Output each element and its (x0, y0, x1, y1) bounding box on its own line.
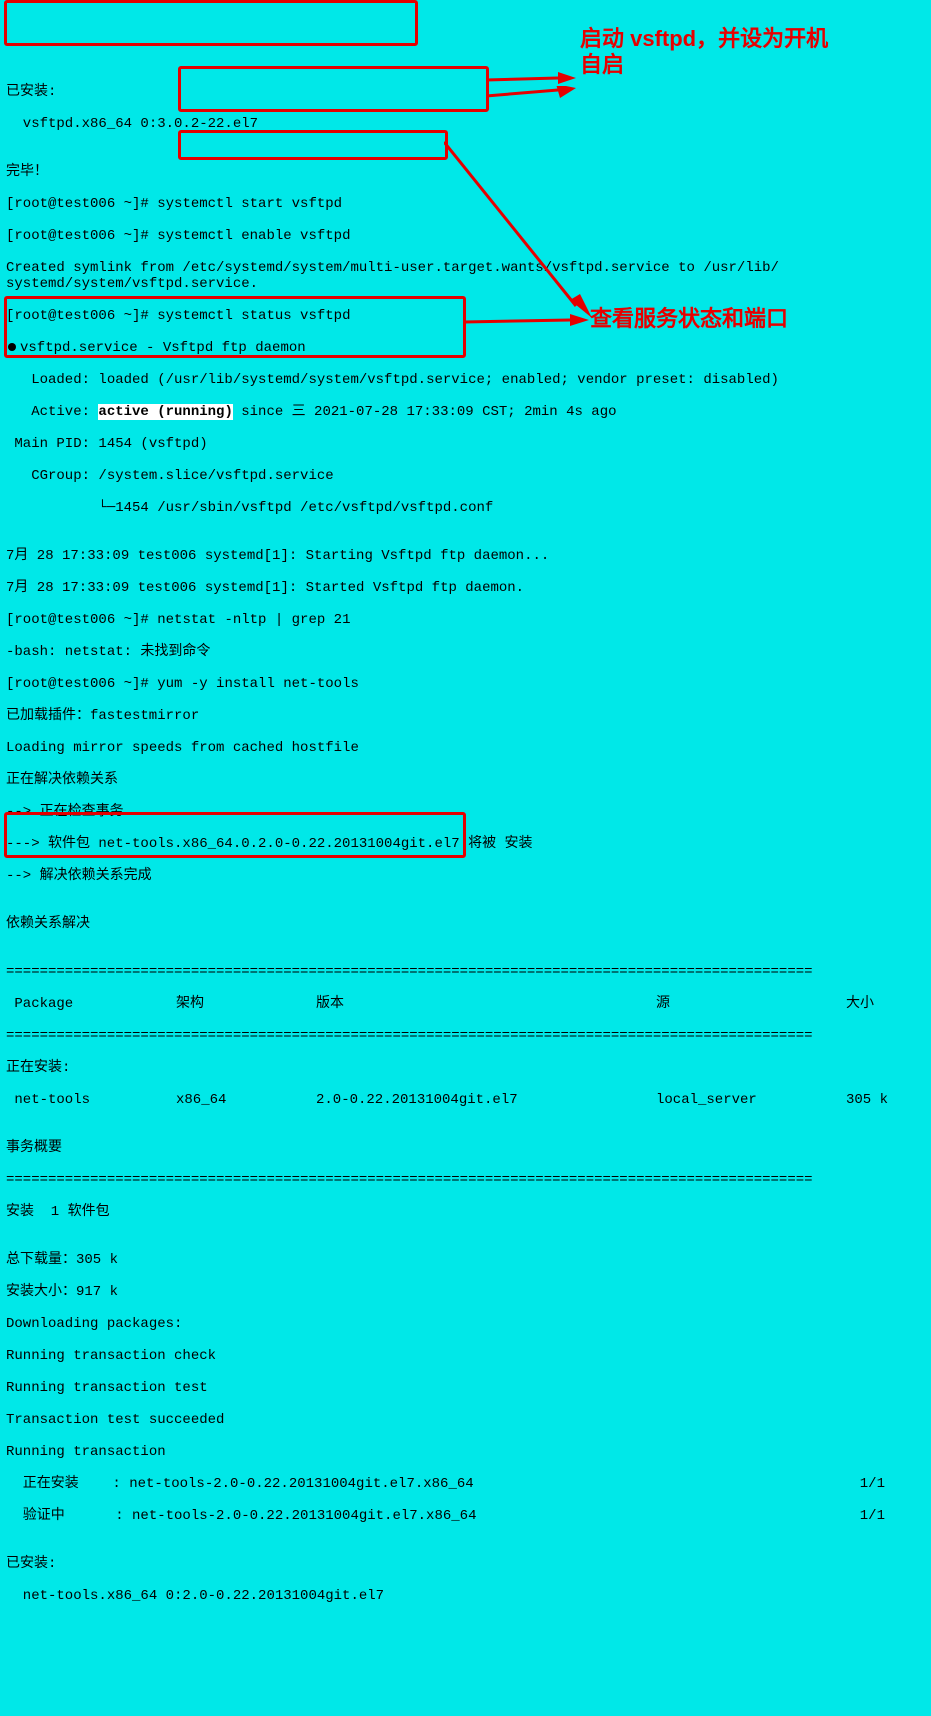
test-ok: Transaction test succeeded (6, 1412, 925, 1428)
netstat-error: -bash: netstat: 未找到命令 (6, 644, 925, 660)
cmd-line-netstat: [root@test006 ~]# netstat -nltp | grep 2… (6, 612, 925, 628)
table-row: net-toolsx86_642.0-0.22.20131004git.el7l… (6, 1092, 925, 1108)
bullet-icon (8, 343, 16, 351)
cmd[interactable]: systemctl status vsftpd (157, 308, 350, 324)
box-installed-vsftpd (4, 0, 418, 46)
installed-header: 已安装: (6, 84, 925, 100)
terminal: 已安装: vsftpd.x86_64 0:3.0.2-22.el7 完毕！ [r… (0, 64, 931, 1630)
run-test: Running transaction test (6, 1380, 925, 1396)
run-check: Running transaction check (6, 1348, 925, 1364)
verifying-line: 验证中 : net-tools-2.0-0.22.20131004git.el7… (6, 1508, 925, 1524)
annotation-status-port: 查看服务状态和端口 (590, 306, 850, 332)
active-running: active (running) (98, 404, 232, 420)
yum-plugin: 已加载插件：fastestmirror (6, 708, 925, 724)
cmd-line-enable: [root@test006 ~]# systemctl enable vsftp… (6, 228, 925, 244)
installed-header: 已安装: (6, 1556, 925, 1572)
cmd-line-yum: [root@test006 ~]# yum -y install net-too… (6, 676, 925, 692)
cmd[interactable]: netstat -nltp | grep 21 (157, 612, 350, 628)
status-cgroup: CGroup: /system.slice/vsftpd.service (6, 468, 925, 484)
separator: ========================================… (6, 964, 925, 980)
installing-header: 正在安装: (6, 1060, 925, 1076)
status-cgroup2: └─1454 /usr/sbin/vsftpd /etc/vsftpd/vsft… (6, 500, 925, 516)
annotation-start-enable: 启动 vsftpd，并设为开机自启 (580, 26, 840, 78)
run-trans: Running transaction (6, 1444, 925, 1460)
yum-dep: 正在解决依赖关系 (6, 772, 925, 788)
symlink-output: Created symlink from /etc/systemd/system… (6, 260, 925, 292)
yum-dep: ---> 软件包 net-tools.x86_64.0.2.0-0.22.201… (6, 836, 925, 852)
yum-dep: --> 解决依赖关系完成 (6, 868, 925, 884)
status-unit: vsftpd.service - Vsftpd ftp daemon (6, 340, 925, 356)
install-size: 安装大小：917 k (6, 1284, 925, 1300)
separator: ========================================… (6, 1172, 925, 1188)
cmd[interactable]: systemctl start vsftpd (157, 196, 342, 212)
yum-dep-resolved: 依赖关系解决 (6, 916, 925, 932)
yum-mirror: Loading mirror speeds from cached hostfi… (6, 740, 925, 756)
install-count: 安装 1 软件包 (6, 1204, 925, 1220)
installed-pkg: vsftpd.x86_64 0:3.0.2-22.el7 (6, 116, 925, 132)
done: 完毕！ (6, 164, 925, 180)
cmd[interactable]: systemctl enable vsftpd (157, 228, 350, 244)
cmd[interactable]: yum -y install net-tools (157, 676, 359, 692)
trans-summary: 事务概要 (6, 1140, 925, 1156)
installing-line: 正在安装 : net-tools-2.0-0.22.20131004git.el… (6, 1476, 925, 1492)
installed-pkg: net-tools.x86_64 0:2.0-0.22.20131004git.… (6, 1588, 925, 1604)
log1: 7月 28 17:33:09 test006 systemd[1]: Start… (6, 548, 925, 564)
table-header: Package架构版本源大小 (6, 996, 925, 1012)
separator: ========================================… (6, 1028, 925, 1044)
status-active: Active: active (running) since 三 2021-07… (6, 404, 925, 420)
status-mainpid: Main PID: 1454 (vsftpd) (6, 436, 925, 452)
status-loaded: Loaded: loaded (/usr/lib/systemd/system/… (6, 372, 925, 388)
cmd-line-start: [root@test006 ~]# systemctl start vsftpd (6, 196, 925, 212)
yum-dep: --> 正在检查事务 (6, 804, 925, 820)
total-download: 总下载量：305 k (6, 1252, 925, 1268)
downloading: Downloading packages: (6, 1316, 925, 1332)
log2: 7月 28 17:33:09 test006 systemd[1]: Start… (6, 580, 925, 596)
